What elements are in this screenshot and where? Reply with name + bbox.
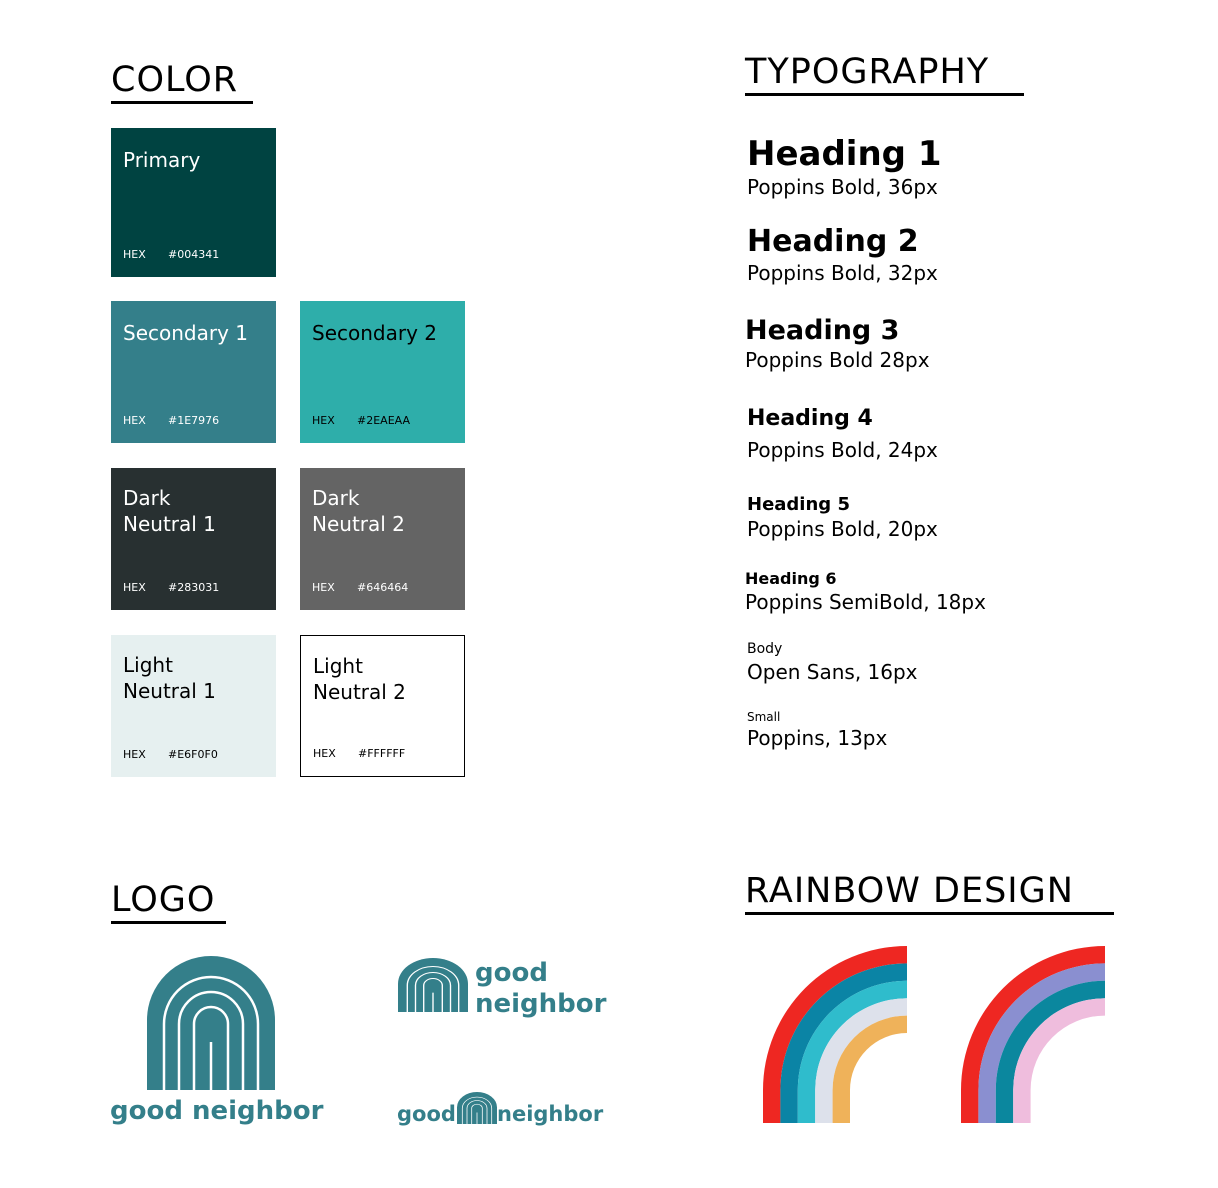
logo-inline-word-good: good	[397, 1102, 456, 1126]
type-sample: Heading 6	[745, 569, 837, 588]
logo-inline-word-neighbor: neighbor	[497, 1102, 604, 1126]
typography-heading-4: Heading 4 Poppins Bold, 24px	[747, 406, 938, 462]
hex-value: #004341	[168, 248, 220, 261]
rainbow-graphic-1	[763, 946, 907, 1123]
logo-word-good: good	[475, 958, 548, 988]
type-spec: Poppins Bold, 20px	[747, 517, 938, 541]
logo-wordmark-stacked: good neighbor	[110, 1096, 324, 1126]
color-swatch-primary: Primary HEX #004341	[111, 128, 276, 277]
typography-body: Body Open Sans, 16px	[747, 642, 918, 682]
logo-word-neighbor: neighbor	[475, 989, 607, 1019]
arch-logo-icon	[457, 1092, 497, 1124]
hex-value: #2EAEAA	[357, 414, 410, 427]
hex-label: HEX	[123, 248, 146, 261]
hex-label: HEX	[312, 414, 335, 427]
type-sample: Heading 5	[747, 494, 850, 515]
rainbow-section-title: RAINBOW DESIGN	[745, 874, 1114, 915]
typography-small: Small Poppins, 13px	[747, 711, 887, 748]
hex-value: #283031	[168, 581, 220, 594]
type-sample: Heading 4	[747, 406, 873, 431]
swatch-name: Light Neutral 1	[123, 653, 216, 703]
color-swatch-light-neutral-1: Light Neutral 1 HEX #E6F0F0	[111, 635, 276, 777]
typography-heading-3: Heading 3 Poppins Bold 28px	[745, 317, 930, 370]
hex-label: HEX	[123, 581, 146, 594]
swatch-name: Light Neutral 2	[313, 654, 406, 704]
type-sample: Heading 3	[745, 315, 900, 346]
color-swatch-secondary-1: Secondary 1 HEX #1E7976	[111, 301, 276, 443]
type-spec: Poppins Bold 28px	[745, 348, 930, 372]
typography-heading-2: Heading 2 Poppins Bold, 32px	[747, 224, 938, 285]
hex-value: #E6F0F0	[168, 748, 218, 761]
color-swatch-dark-neutral-1: Dark Neutral 1 HEX #283031	[111, 468, 276, 610]
hex-label: HEX	[123, 748, 146, 761]
hex-value: #1E7976	[168, 414, 220, 427]
swatch-name: Secondary 2	[312, 321, 437, 345]
swatch-name: Primary	[123, 148, 201, 172]
swatch-name: Secondary 1	[123, 321, 248, 345]
type-spec: Poppins, 13px	[747, 726, 888, 750]
type-sample: Heading 1	[747, 134, 942, 174]
type-sample: Small	[747, 710, 781, 724]
arch-logo-icon	[147, 956, 275, 1090]
type-sample: Heading 2	[747, 224, 919, 259]
swatch-name: Dark Neutral 2	[312, 486, 405, 536]
type-spec: Poppins SemiBold, 18px	[745, 590, 986, 614]
type-spec: Poppins Bold, 36px	[747, 175, 938, 199]
swatch-name: Dark Neutral 1	[123, 486, 216, 536]
color-swatch-dark-neutral-2: Dark Neutral 2 HEX #646464	[300, 468, 465, 610]
type-sample: Body	[747, 641, 783, 657]
typography-heading-6: Heading 6 Poppins SemiBold, 18px	[745, 569, 986, 614]
color-section-title: COLOR	[111, 63, 253, 104]
typography-heading-5: Heading 5 Poppins Bold, 20px	[747, 494, 938, 541]
typography-section-title: TYPOGRAPHY	[745, 55, 1024, 96]
logo-wordmark-horizontal: good neighbor	[475, 958, 606, 1020]
color-swatch-secondary-2: Secondary 2 HEX #2EAEAA	[300, 301, 465, 443]
hex-value: #646464	[357, 581, 409, 594]
type-spec: Open Sans, 16px	[747, 660, 918, 684]
color-swatch-light-neutral-2: Light Neutral 2 HEX #FFFFFF	[300, 635, 465, 777]
typography-heading-1: Heading 1 Poppins Bold, 36px	[747, 137, 942, 197]
hex-label: HEX	[313, 747, 336, 760]
hex-value: #FFFFFF	[358, 747, 406, 760]
rainbow-graphic-2	[961, 946, 1105, 1123]
type-spec: Poppins Bold, 32px	[747, 261, 938, 285]
arch-logo-icon	[398, 958, 468, 1012]
type-spec: Poppins Bold, 24px	[747, 438, 938, 462]
hex-label: HEX	[312, 581, 335, 594]
logo-section-title: LOGO	[111, 883, 226, 924]
hex-label: HEX	[123, 414, 146, 427]
